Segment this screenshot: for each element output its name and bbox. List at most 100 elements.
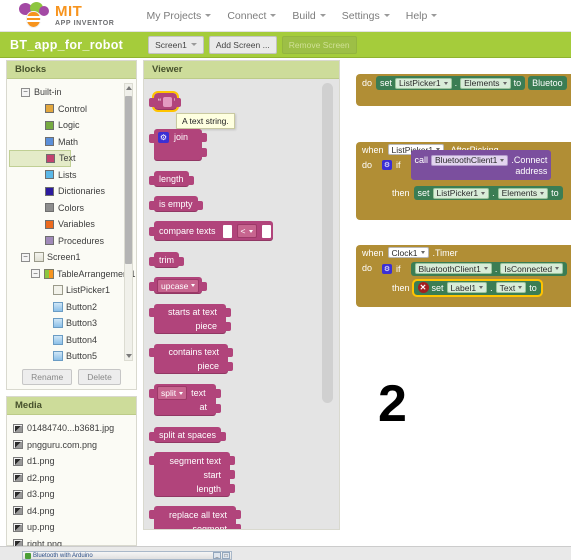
mit-app-inventor-logo[interactable]: MIT APP INVENTOR bbox=[18, 1, 114, 30]
minimize-icon[interactable]: _ bbox=[213, 552, 221, 559]
workspace-block-afterpicking[interactable]: when ListPicker1 .AfterPicking do ⚙ if c… bbox=[356, 142, 571, 220]
workspace-block-beforepicking[interactable]: do set ListPicker1 . Elements to Bluetoo bbox=[356, 74, 571, 106]
media-item[interactable]: 01484740...b3681.jpg bbox=[13, 420, 136, 437]
block-text-string[interactable]: “ ” bbox=[149, 91, 181, 112]
mutator-icon[interactable]: ⚙ bbox=[158, 132, 169, 143]
workspace-block-clock-timer[interactable]: when Clock1 .Timer do ⚙ if BluetoothClie… bbox=[356, 245, 571, 307]
set-label: set bbox=[417, 188, 430, 198]
block-length[interactable]: length bbox=[149, 171, 194, 187]
tree-node-button2[interactable]: Button2 bbox=[7, 299, 136, 316]
scroll-down-arrow-icon[interactable] bbox=[125, 354, 132, 358]
nav-item-settings[interactable]: Settings bbox=[342, 10, 390, 22]
chevron-down-icon bbox=[190, 43, 197, 46]
category-colors[interactable]: Colors bbox=[7, 200, 136, 217]
category-variables[interactable]: Variables bbox=[7, 216, 136, 233]
value-socket[interactable] bbox=[222, 224, 232, 238]
block-segment[interactable]: segment text start length bbox=[149, 452, 235, 497]
category-text[interactable]: Text bbox=[9, 150, 76, 167]
call-block-connect[interactable]: call BluetoothClient1 .Connect address bbox=[410, 150, 552, 180]
block-starts-at[interactable]: starts at text piece bbox=[149, 304, 231, 334]
tree-node-tablearrangement1[interactable]: − TableArrangement1 bbox=[7, 266, 136, 283]
text-field-socket[interactable] bbox=[163, 96, 172, 107]
block-join[interactable]: ⚙ join bbox=[149, 129, 207, 161]
if-then-block[interactable]: ⚙ if call BluetoothClient1 .Connect addr… bbox=[378, 150, 571, 201]
nav-item-help[interactable]: Help bbox=[406, 10, 438, 22]
block-compare-texts[interactable]: compare texts < bbox=[149, 221, 273, 241]
collapse-toggle-icon[interactable]: − bbox=[21, 252, 30, 262]
image-file-icon bbox=[13, 423, 23, 433]
block-label: replace all text bbox=[168, 509, 227, 520]
component-dropdown[interactable]: ListPicker1 bbox=[432, 187, 490, 199]
mutator-icon[interactable]: ⚙ bbox=[382, 263, 392, 274]
media-item[interactable]: d4.png bbox=[13, 503, 136, 520]
compare-operator-dropdown[interactable]: < bbox=[236, 224, 257, 238]
category-lists[interactable]: Lists bbox=[7, 167, 136, 184]
property-dropdown[interactable]: Elements bbox=[497, 187, 549, 199]
component-dropdown[interactable]: Label1 bbox=[446, 282, 488, 293]
scroll-up-arrow-icon[interactable] bbox=[125, 86, 132, 90]
getter-block-isconnected[interactable]: BluetoothClient1 . IsConnected bbox=[410, 261, 568, 276]
do-label: do bbox=[362, 78, 373, 88]
block-replace-all[interactable]: replace all text segment replacement bbox=[149, 506, 241, 529]
value-block-bluetooth[interactable]: Bluetoo bbox=[528, 76, 567, 90]
nav-item-my-projects[interactable]: My Projects bbox=[146, 10, 212, 22]
collapse-toggle-icon[interactable]: − bbox=[31, 269, 40, 279]
media-item[interactable]: pngguru.com.png bbox=[13, 437, 136, 454]
add-screen-button[interactable]: Add Screen ... bbox=[208, 35, 277, 54]
set-block-label1-text[interactable]: ✕ set Label1 . Text to bbox=[411, 278, 543, 297]
screen-selector-dropdown[interactable]: Screen1 bbox=[148, 35, 204, 54]
image-file-icon bbox=[13, 522, 23, 532]
collapse-toggle-icon[interactable]: − bbox=[21, 87, 30, 97]
set-block[interactable]: set ListPicker1 . Elements to bbox=[413, 186, 563, 200]
block-contains[interactable]: contains text piece bbox=[149, 344, 233, 374]
category-math[interactable]: Math bbox=[7, 134, 136, 151]
property-dropdown[interactable]: Text bbox=[495, 282, 527, 293]
component-dropdown[interactable]: ListPicker1 bbox=[395, 77, 452, 89]
palette-scrollbar[interactable] bbox=[322, 83, 333, 403]
split-mode-dropdown[interactable]: split bbox=[157, 386, 188, 400]
block-split[interactable]: split text at bbox=[149, 384, 221, 416]
maximize-icon[interactable]: □ bbox=[222, 552, 230, 559]
value-socket[interactable] bbox=[261, 224, 271, 238]
category-dictionaries[interactable]: Dictionaries bbox=[7, 183, 136, 200]
media-item[interactable]: up.png bbox=[13, 519, 136, 536]
block-upcase[interactable]: upcase bbox=[149, 277, 208, 294]
nav-item-connect[interactable]: Connect bbox=[227, 10, 277, 22]
if-then-block[interactable]: ⚙ if BluetoothClient1 . IsConnected then… bbox=[378, 260, 571, 297]
tree-node-button5[interactable]: Button5 bbox=[7, 348, 136, 365]
media-item[interactable]: d1.png bbox=[13, 453, 136, 470]
category-control[interactable]: Control bbox=[7, 101, 136, 118]
tree-node-builtin[interactable]: − Built-in bbox=[7, 84, 136, 101]
property-dropdown[interactable]: Elements bbox=[460, 77, 511, 89]
scrollbar-thumb[interactable] bbox=[125, 96, 132, 264]
upcase-dropdown[interactable]: upcase bbox=[157, 278, 200, 293]
dropdown-value: IsConnected bbox=[504, 263, 553, 274]
media-item[interactable]: d3.png bbox=[13, 486, 136, 503]
property-dropdown[interactable]: IsConnected bbox=[500, 263, 564, 274]
component-dropdown[interactable]: Clock1 bbox=[387, 247, 429, 258]
mutator-icon[interactable]: ⚙ bbox=[382, 160, 392, 170]
block-trim[interactable]: trim bbox=[149, 252, 184, 268]
tree-node-button6[interactable]: Button6 bbox=[7, 365, 136, 366]
rename-button[interactable]: Rename bbox=[22, 369, 73, 385]
background-window-titlebar[interactable]: Bluetooth with Arduino _ □ bbox=[22, 551, 232, 560]
component-dropdown[interactable]: BluetoothClient1 bbox=[431, 154, 509, 166]
media-item[interactable]: d2.png bbox=[13, 470, 136, 487]
tree-node-button4[interactable]: Button4 bbox=[7, 332, 136, 349]
block-is-empty[interactable]: is empty bbox=[149, 196, 203, 212]
chevron-down-icon bbox=[479, 286, 484, 289]
delete-button[interactable]: Delete bbox=[78, 369, 121, 385]
tree-node-listpicker1[interactable]: ListPicker1 bbox=[7, 282, 136, 299]
error-badge-icon[interactable]: ✕ bbox=[417, 282, 429, 293]
blocks-workspace[interactable]: do set ListPicker1 . Elements to Bluetoo… bbox=[342, 60, 571, 530]
set-block[interactable]: set ListPicker1 . Elements to bbox=[376, 76, 526, 90]
category-logic[interactable]: Logic bbox=[7, 117, 136, 134]
block-split-at-spaces[interactable]: split at spaces bbox=[149, 427, 227, 443]
tree-node-screen1[interactable]: − Screen1 bbox=[7, 249, 136, 266]
nav-item-build[interactable]: Build bbox=[292, 10, 326, 22]
blocks-tree-scrollbar[interactable] bbox=[124, 83, 133, 361]
tree-node-button3[interactable]: Button3 bbox=[7, 315, 136, 332]
when-label: when bbox=[362, 247, 384, 258]
component-dropdown[interactable]: BluetoothClient1 bbox=[414, 263, 492, 274]
category-procedures[interactable]: Procedures bbox=[7, 233, 136, 250]
